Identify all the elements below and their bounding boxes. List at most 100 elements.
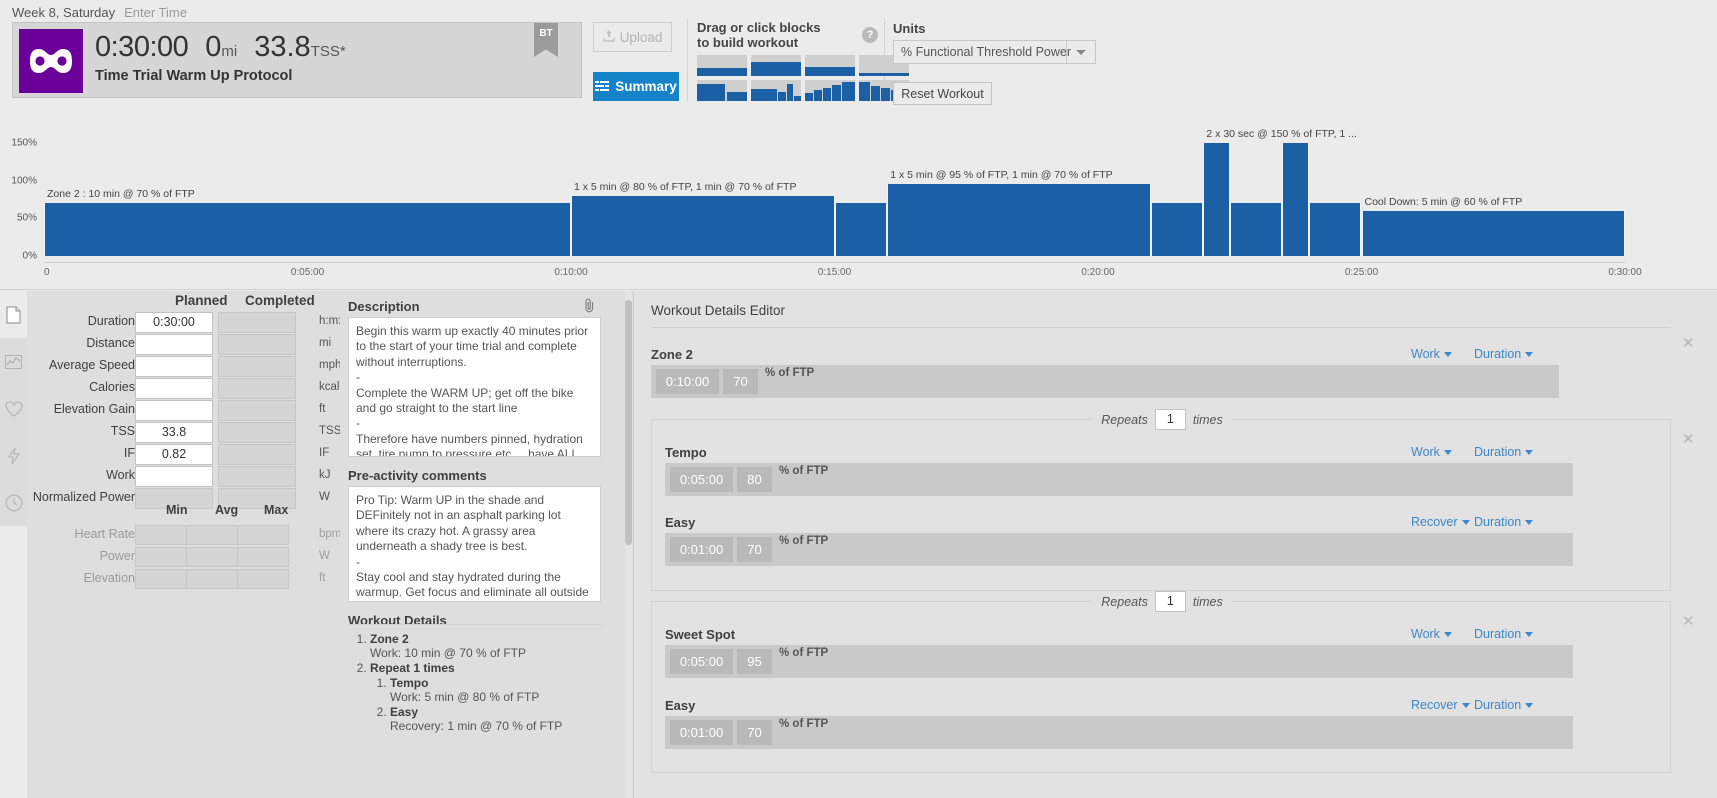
step-duration-input[interactable]: 0:01:00 bbox=[670, 537, 733, 562]
metric-row: IF 0.82 IF bbox=[27, 444, 340, 466]
chart-segment-bar[interactable] bbox=[1229, 203, 1283, 256]
planned-input[interactable]: 0.82 bbox=[135, 444, 213, 465]
step-intensity-input[interactable]: 70 bbox=[737, 720, 772, 745]
step-bar[interactable]: 0:10:00 70 % of FTP bbox=[651, 365, 1559, 398]
chart-segment-bar[interactable] bbox=[1308, 203, 1362, 256]
step-bar[interactable]: 0:05:00 95 % of FTP bbox=[665, 645, 1573, 678]
reset-workout-button[interactable]: Reset Workout bbox=[893, 82, 992, 105]
chart-segment-bar[interactable] bbox=[1361, 210, 1625, 256]
step-duration-input[interactable]: 0:05:00 bbox=[670, 649, 733, 674]
block-thumb-ramp[interactable] bbox=[805, 55, 855, 76]
chart-segment-bar[interactable] bbox=[1150, 203, 1204, 256]
chart-segment-bar[interactable] bbox=[1203, 143, 1230, 256]
workout-detail-item: Zone 2Work: 10 min @ 70 % of FTP bbox=[370, 632, 601, 660]
step-bar[interactable]: 0:01:00 70 % of FTP bbox=[665, 533, 1573, 566]
remove-step-icon[interactable]: ✕ bbox=[1682, 334, 1695, 352]
step-measure-label: Duration bbox=[1474, 515, 1522, 529]
step-type-dropdown[interactable]: Work bbox=[1411, 347, 1452, 361]
metric-unit: IF bbox=[319, 447, 330, 459]
rail-tab-graph[interactable] bbox=[0, 338, 27, 385]
chart-segment-bar[interactable] bbox=[1282, 143, 1309, 256]
planned-input[interactable] bbox=[135, 334, 213, 355]
description-textarea[interactable]: Begin this warm up exactly 40 minutes pr… bbox=[348, 317, 601, 457]
rail-tab-details[interactable] bbox=[0, 291, 27, 338]
planned-input[interactable] bbox=[135, 378, 213, 399]
step-intensity-input[interactable]: 70 bbox=[737, 537, 772, 562]
step-measure-dropdown[interactable]: Duration bbox=[1474, 347, 1534, 361]
block-thumb-interval[interactable] bbox=[751, 55, 801, 76]
repeats-count-input[interactable]: 1 bbox=[1154, 409, 1186, 430]
planned-input[interactable] bbox=[135, 356, 213, 377]
rail-tab-heartrate[interactable] bbox=[0, 385, 27, 432]
workout-detail-item: TempoWork: 5 min @ 80 % of FTP bbox=[390, 676, 601, 704]
planned-input[interactable] bbox=[135, 466, 213, 487]
enter-time-link[interactable]: Enter Time bbox=[124, 5, 187, 20]
rail-tab-power[interactable] bbox=[0, 432, 27, 479]
metric-row: Work kJ bbox=[27, 466, 340, 488]
chart-segment-bar[interactable] bbox=[571, 195, 835, 256]
completed-input bbox=[218, 356, 296, 377]
step-measure-dropdown[interactable]: Duration bbox=[1474, 627, 1534, 641]
minmax-input bbox=[186, 569, 238, 589]
step-name: Easy bbox=[665, 515, 696, 530]
times-label: times bbox=[1192, 594, 1223, 609]
step-bar[interactable]: 0:05:00 80 % of FTP bbox=[665, 463, 1573, 496]
step-bar[interactable]: 0:01:00 70 % of FTP bbox=[665, 716, 1573, 749]
planned-input[interactable]: 33.8 bbox=[135, 422, 213, 443]
metric-label: Normalized Power bbox=[32, 490, 135, 504]
help-icon[interactable]: ? bbox=[862, 27, 878, 43]
step-intensity-input[interactable]: 80 bbox=[737, 467, 772, 492]
workout-summary-card[interactable]: 0:30:00 0mi 33.8TSS* Time Trial Warm Up Pr… bbox=[12, 22, 582, 98]
chart-plot-area[interactable]: 0% 50% 100% 150% Zone 2 : 10 min @ 70 % of F… bbox=[11, 128, 1625, 262]
pre-activity-comments-textarea[interactable]: Pro Tip: Warm UP in the shade and DEFini… bbox=[348, 486, 601, 602]
block-thumb-steady[interactable] bbox=[697, 55, 747, 76]
step-duration-input[interactable]: 0:10:00 bbox=[656, 369, 719, 394]
metric-unit: mph bbox=[319, 359, 342, 371]
step-type-dropdown[interactable]: Recover bbox=[1411, 698, 1470, 712]
remove-group-icon[interactable]: ✕ bbox=[1682, 612, 1695, 630]
workout-title: Time Trial Warm Up Protocol bbox=[95, 68, 293, 84]
minmax-header: Max bbox=[264, 503, 289, 517]
panel-scrollbar-thumb[interactable] bbox=[625, 300, 632, 545]
repeats-label: Repeats bbox=[1101, 594, 1148, 609]
upload-label: Upload bbox=[619, 29, 663, 45]
units-select[interactable]: % Functional Threshold Power bbox=[893, 40, 1096, 64]
workout-detail-item: Repeat 1 timesTempoWork: 5 min @ 80 % of… bbox=[370, 661, 601, 733]
step-measure-dropdown[interactable]: Duration bbox=[1474, 515, 1534, 529]
repeats-count-input[interactable]: 1 bbox=[1154, 591, 1186, 612]
summary-button[interactable]: Summary bbox=[593, 72, 679, 101]
step-measure-dropdown[interactable]: Duration bbox=[1474, 698, 1534, 712]
minmax-input bbox=[135, 525, 187, 545]
step-type-dropdown[interactable]: Recover bbox=[1411, 515, 1470, 529]
block-thumb-two-step[interactable] bbox=[697, 80, 747, 101]
planned-input[interactable]: 0:30:00 bbox=[135, 312, 213, 333]
minmax-input bbox=[237, 547, 289, 567]
summary-metrics: 0:30:00 0mi 33.8TSS* Time Trial Warm Up Pr… bbox=[95, 31, 346, 84]
chart-segment-bar[interactable] bbox=[834, 203, 888, 256]
step-measure-dropdown[interactable]: Duration bbox=[1474, 445, 1534, 459]
remove-group-icon[interactable]: ✕ bbox=[1682, 430, 1695, 448]
workout-profile-chart: 0% 50% 100% 150% Zone 2 : 10 min @ 70 % of F… bbox=[0, 118, 1717, 290]
step-name: Zone 2 bbox=[651, 347, 693, 362]
step-type-dropdown[interactable]: Work bbox=[1411, 445, 1452, 459]
block-thumb-ascending[interactable] bbox=[805, 80, 855, 101]
metric-distance: 0mi bbox=[205, 31, 238, 63]
attachment-icon[interactable] bbox=[583, 298, 596, 316]
chart-segment-bar[interactable] bbox=[44, 203, 571, 256]
minmax-unit: W bbox=[319, 550, 330, 562]
step-duration-input[interactable]: 0:05:00 bbox=[670, 467, 733, 492]
step-type-dropdown[interactable]: Work bbox=[1411, 627, 1452, 641]
block-thumb-spike[interactable] bbox=[751, 80, 801, 101]
planned-input[interactable] bbox=[135, 400, 213, 421]
minmax-unit: bpm bbox=[319, 528, 342, 540]
step-intensity-input[interactable]: 70 bbox=[723, 369, 758, 394]
upload-button[interactable]: Upload bbox=[593, 22, 672, 52]
chart-y-tick: 0% bbox=[22, 250, 37, 262]
rail-tab-time[interactable] bbox=[0, 479, 27, 526]
step-duration-input[interactable]: 0:01:00 bbox=[670, 720, 733, 745]
chart-segment-bar[interactable] bbox=[887, 184, 1151, 256]
chevron-down-icon[interactable] bbox=[1066, 41, 1095, 63]
step-intensity-input[interactable]: 95 bbox=[737, 649, 772, 674]
minmax-input bbox=[186, 547, 238, 567]
chart-segment-label: 1 x 5 min @ 95 % of FTP, 1 min @ 70 % of… bbox=[890, 169, 1113, 182]
